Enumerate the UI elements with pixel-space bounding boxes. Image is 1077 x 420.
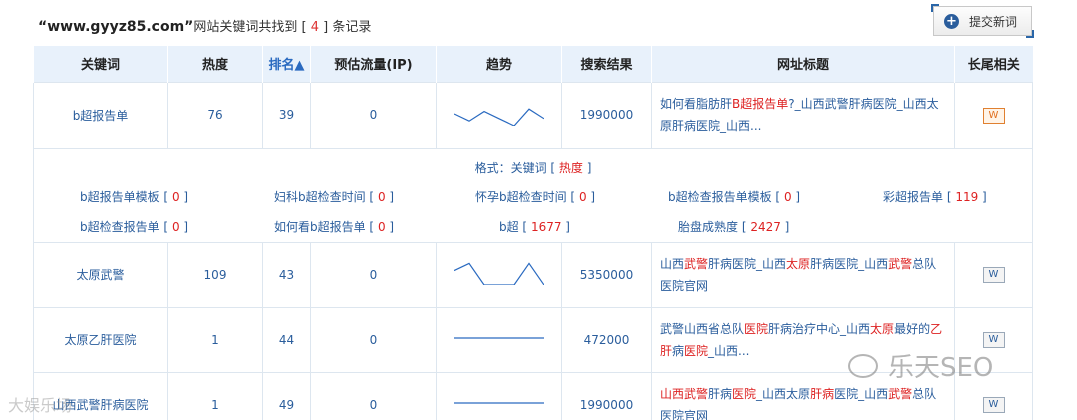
longtail-item[interactable]: b超报告单模板 [ 0 ]	[80, 188, 188, 205]
longtail-cell: W	[954, 81, 1033, 149]
col-rank[interactable]: 排名▲	[262, 46, 311, 82]
wechat-watermark: 乐天SEO	[848, 347, 993, 384]
table-row: b超报告单 76 39 0 1990000 如何看脂肪肝B超报告单?_山西武警肝…	[33, 81, 1033, 149]
col-heat[interactable]: 热度	[167, 46, 263, 82]
table-row: 太原武警 109 43 0 5350000 山西武警肝病医院_山西太原肝病医院_…	[33, 241, 1033, 308]
results-cell: 1990000	[561, 371, 652, 420]
table-header-row: 关键词 热度 排名▲ 预估流量(IP) 趋势 搜索结果 网址标题 长尾相关	[33, 46, 1033, 82]
trend-cell	[436, 241, 562, 308]
results-cell: 472000	[561, 306, 652, 373]
submit-new-keyword-button[interactable]: + 提交新词	[931, 4, 1034, 38]
heat-cell: 109	[167, 241, 263, 308]
keyword-cell[interactable]: b超报告单	[33, 81, 168, 149]
longtail-item[interactable]: b超 [ 1677 ]	[499, 218, 570, 235]
heat-cell: 76	[167, 81, 263, 149]
col-results[interactable]: 搜索结果	[561, 46, 652, 82]
longtail-item[interactable]: b超检查报告单 [ 0 ]	[80, 218, 188, 235]
col-traffic[interactable]: 预估流量(IP)	[310, 46, 437, 82]
traffic-cell: 0	[310, 306, 437, 373]
traffic-cell: 0	[310, 81, 437, 149]
col-trend: 趋势	[436, 46, 562, 82]
trend-sparkline	[454, 337, 544, 339]
corner-watermark: 大娱乐场	[8, 396, 73, 415]
trend-cell	[436, 81, 562, 149]
results-cell: 5350000	[561, 241, 652, 308]
record-count: 4	[310, 20, 319, 35]
col-longtail: 长尾相关	[954, 46, 1033, 82]
rank-cell: 43	[262, 241, 311, 308]
summary-text-end: ] 条记录	[318, 20, 372, 35]
col-keyword[interactable]: 关键词	[33, 46, 168, 82]
longtail-toggle-icon[interactable]: W	[982, 267, 1005, 283]
rank-cell: 44	[262, 306, 311, 373]
heat-cell: 1	[167, 306, 263, 373]
keyword-cell[interactable]: 太原武警	[33, 241, 168, 308]
longtail-toggle-icon[interactable]: W	[982, 332, 1005, 348]
longtail-toggle-icon[interactable]: W	[982, 397, 1005, 413]
summary-text: 网站关键词共找到 [	[193, 20, 311, 35]
wechat-icon	[848, 353, 878, 378]
longtail-toggle-icon[interactable]: W	[982, 107, 1005, 124]
trend-cell	[436, 371, 562, 420]
longtail-item[interactable]: 如何看b超报告单 [ 0 ]	[274, 218, 394, 235]
longtail-format-hint: 格式：关键词 [ 热度 ]	[474, 160, 592, 175]
keyword-cell[interactable]: 太原乙肝医院	[33, 306, 168, 373]
longtail-panel: 格式：关键词 [ 热度 ] b超报告单模板 [ 0 ] 妇科b超检查时间 [ 0 …	[33, 147, 1033, 243]
trend-sparkline	[453, 107, 545, 127]
page-title-link[interactable]: 如何看脂肪肝B超报告单?_山西武警肝病医院_山西太原肝病医院_山西...	[651, 81, 955, 149]
heat-cell: 1	[167, 371, 263, 420]
longtail-item[interactable]: 怀孕b超检查时间 [ 0 ]	[475, 188, 595, 205]
submit-button-label: 提交新词	[969, 14, 1018, 29]
rank-cell: 39	[262, 81, 311, 149]
col-title: 网址标题	[651, 46, 955, 82]
traffic-cell: 0	[310, 241, 437, 308]
longtail-cell: W	[954, 241, 1033, 308]
result-summary: “www.gyyz85.com”网站关键词共找到 [ 4 ] 条记录	[38, 16, 371, 38]
longtail-item[interactable]: 彩超报告单 [ 119 ]	[883, 188, 987, 205]
traffic-cell: 0	[310, 371, 437, 420]
longtail-item[interactable]: 胎盘成熟度 [ 2427 ]	[678, 218, 789, 235]
page-title-link[interactable]: 山西武警肝病医院_山西太原肝病医院_山西武警总队医院官网	[651, 241, 955, 308]
longtail-item[interactable]: 妇科b超检查时间 [ 0 ]	[274, 188, 394, 205]
rank-cell: 49	[262, 371, 311, 420]
results-cell: 1990000	[561, 81, 652, 149]
trend-sparkline	[454, 402, 544, 404]
trend-sparkline	[453, 262, 545, 286]
plus-icon: +	[944, 13, 959, 29]
site-domain: “www.gyyz85.com”	[38, 19, 194, 35]
trend-cell	[436, 306, 562, 373]
longtail-item[interactable]: b超检查报告单模板 [ 0 ]	[668, 188, 800, 205]
